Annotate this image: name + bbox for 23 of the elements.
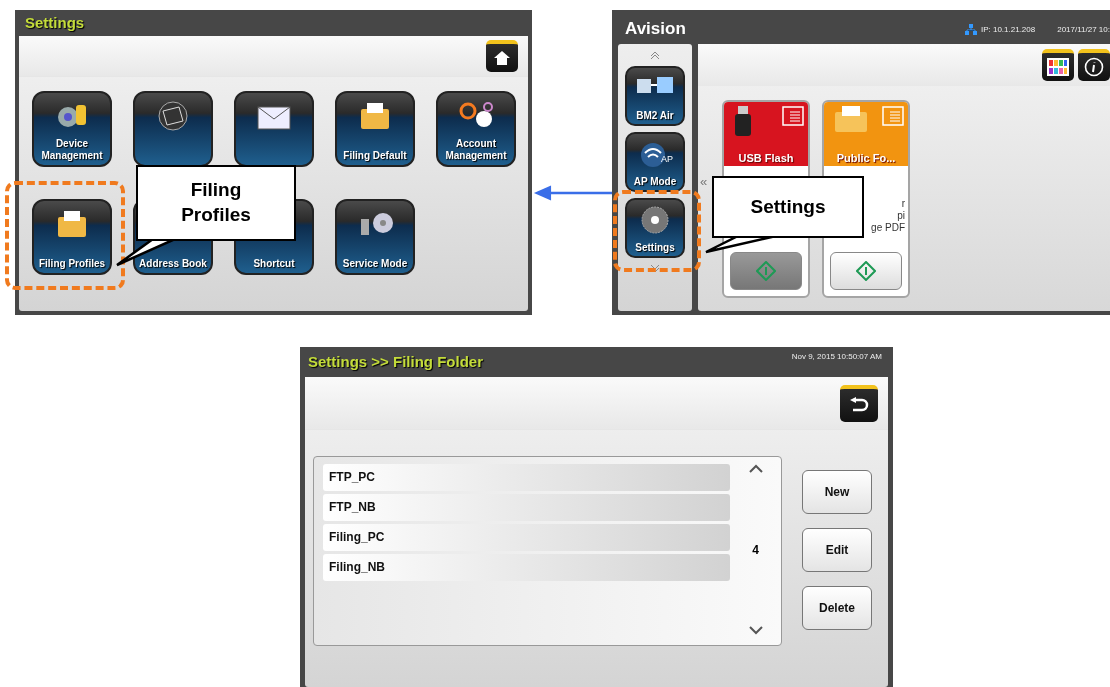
card-title: Public Fo... <box>835 152 897 164</box>
card-detail: ge PDF <box>871 222 905 234</box>
date-time: Nov 9, 2015 10:50:07 AM <box>791 351 882 363</box>
item-count: 4 <box>752 542 759 557</box>
tile-label: Account Management <box>444 138 508 161</box>
card-detail: r <box>901 198 905 210</box>
ip-address: IP: 10.1.21.208 <box>980 24 1036 34</box>
tile-label: Service Mode <box>342 257 408 269</box>
tile-label: Address Book <box>139 257 207 269</box>
tile-label: Shortcut <box>253 257 295 269</box>
screen-title: Settings <box>24 13 86 33</box>
tile-label: BM2 Air <box>636 110 674 121</box>
tile-label: Settings <box>635 242 675 253</box>
tile-label: Device Management <box>40 138 104 161</box>
date-time: 2017/11/27 10: <box>1057 24 1110 34</box>
card-title: USB Flash <box>737 152 795 164</box>
screen-title: Settings >> Filing Folder <box>308 352 484 372</box>
brand-logo: Avision <box>625 19 686 39</box>
tile-label: AP Mode <box>633 176 677 187</box>
tile-label: Filing Profiles <box>38 257 106 269</box>
card-detail: pi <box>897 210 905 222</box>
icon-label: AP <box>661 154 673 164</box>
tile-label: Filing Default <box>343 149 407 161</box>
